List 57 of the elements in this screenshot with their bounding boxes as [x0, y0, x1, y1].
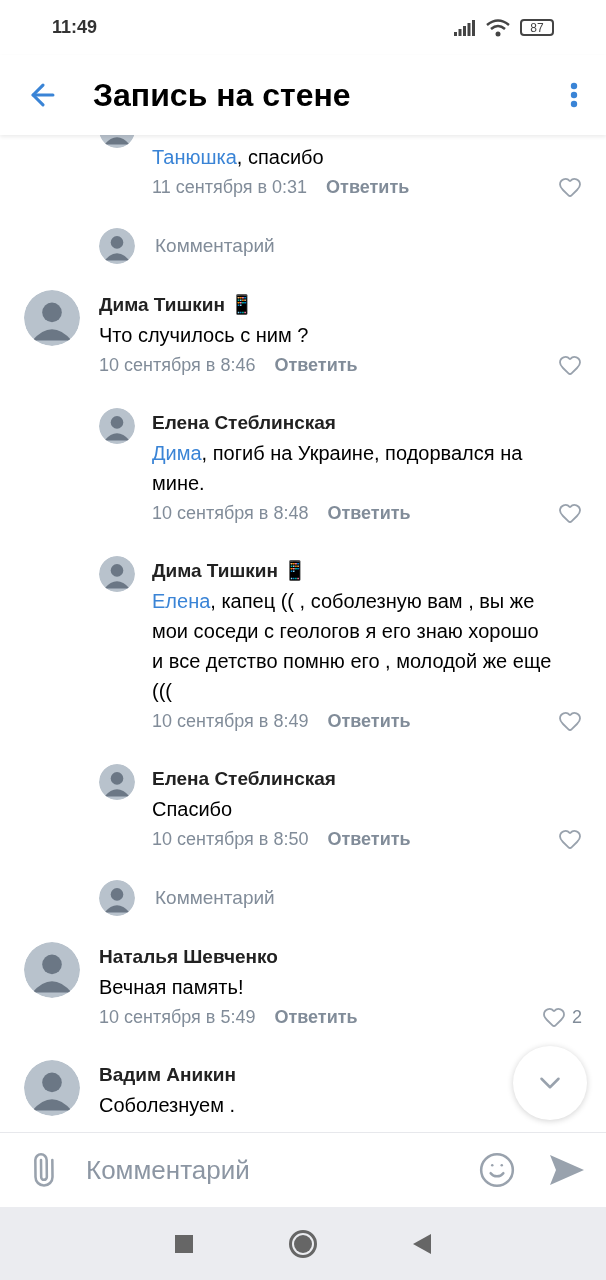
comment-input[interactable]: Комментарий: [86, 1150, 478, 1190]
reply-link[interactable]: Ответить: [274, 351, 358, 379]
like-icon[interactable]: [558, 709, 582, 733]
avatar: [24, 1060, 80, 1116]
like-count: 2: [572, 1005, 582, 1029]
reply-prompt[interactable]: Комментарий: [155, 231, 275, 261]
comment-date: 11 сентября в 0:31: [152, 175, 308, 199]
reply-link[interactable]: Ответить: [327, 499, 411, 527]
signal-icon: [454, 19, 476, 36]
comment-text: Что случилось с ним ?: [99, 323, 310, 348]
author-name[interactable]: Наталья Шевченко: [99, 942, 278, 972]
author-name[interactable]: Дима Тишкин 📱: [99, 290, 255, 320]
comment-date: 10 сентября в 5:49: [99, 1005, 256, 1029]
reply-link[interactable]: Ответить: [327, 825, 411, 853]
like-icon[interactable]: [558, 353, 582, 377]
reply-link[interactable]: Ответить: [327, 707, 411, 735]
page-title: Запись на стене: [93, 76, 351, 115]
battery-indicator: 87: [520, 19, 554, 36]
avatar: [99, 228, 135, 264]
comment-date: 10 сентября в 8:46: [99, 353, 256, 377]
reply-prompt[interactable]: Комментарий: [155, 883, 275, 913]
comment-date: 10 сентября в 8:48: [152, 501, 309, 525]
avatar: [24, 942, 80, 998]
like-icon[interactable]: [542, 1005, 566, 1029]
home-icon[interactable]: [289, 1229, 317, 1258]
comment-text: Спасибо: [152, 797, 234, 822]
mention-link[interactable]: Дима: [152, 442, 202, 464]
like-icon[interactable]: [558, 501, 582, 525]
mention-link[interactable]: Елена: [152, 590, 211, 612]
author-name[interactable]: Елена Стеблинская: [152, 764, 336, 794]
comment-text: Елена, капец (( , соболезную вам , вы же мои соседи с геологов я его знаю хорошо и все детство помню его , молодой же еще (((: [152, 589, 553, 704]
avatar: [99, 556, 135, 592]
avatar: [24, 290, 80, 346]
reply-link[interactable]: Ответить: [274, 1003, 358, 1031]
comment-text: Соболезнуем .: [99, 1093, 237, 1118]
comment-text: Танюшка, спасибо: [152, 145, 325, 170]
reply-link[interactable]: Ответить: [326, 173, 410, 201]
author-name[interactable]: Дима Тишкин 📱: [152, 556, 308, 586]
avatar: [99, 880, 135, 916]
author-name[interactable]: Елена Стеблинская: [152, 408, 336, 438]
avatar: [99, 764, 135, 800]
wifi-icon: [486, 18, 510, 37]
like-icon[interactable]: [558, 827, 582, 851]
back-nav-icon[interactable]: [413, 1233, 431, 1254]
like-icon[interactable]: [558, 175, 582, 199]
avatar: [99, 408, 135, 444]
comment-date: 10 сентября в 8:50: [152, 827, 309, 851]
mention-link[interactable]: Танюшка: [152, 146, 237, 168]
author-name[interactable]: Вадим Аникин: [99, 1060, 236, 1090]
comment-date: 10 сентября в 8:49: [152, 709, 309, 733]
more-icon[interactable]: [570, 82, 578, 108]
status-time: 11:49: [52, 16, 98, 39]
comment-text: Вечная память!: [99, 975, 245, 1000]
comment-text: Дима, погиб на Украине, подорвался на мине.: [152, 441, 524, 496]
send-icon[interactable]: [550, 1155, 584, 1185]
emoji-icon[interactable]: [478, 1151, 516, 1189]
recent-apps-icon[interactable]: [175, 1234, 193, 1253]
